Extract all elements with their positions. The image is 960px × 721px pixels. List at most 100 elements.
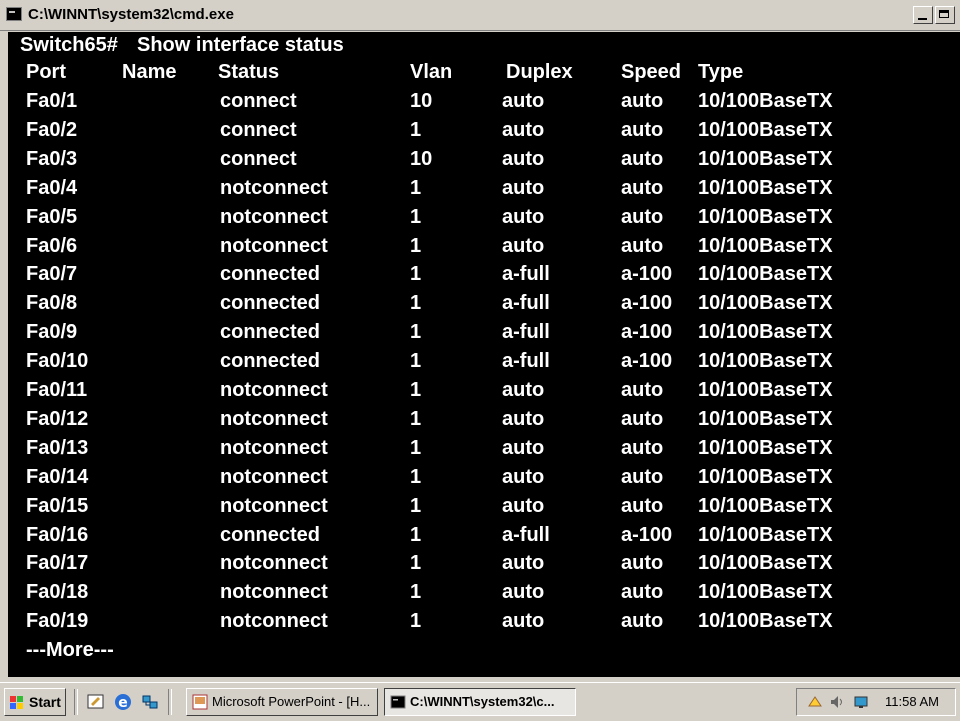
console-output[interactable]: Switch65# Show interface status Port Nam… [8,32,960,677]
type-cell: 10/100BaseTX [698,437,833,459]
vlan-cell: 1 [410,408,422,430]
status-cell: connected [220,321,321,343]
status-cell: connected [220,292,321,314]
duplex-cell: auto [502,148,545,170]
header-status: Status [218,61,280,83]
header-duplex: Duplex [506,61,573,83]
type-cell: 10/100BaseTX [698,148,833,170]
taskbar-separator [74,689,78,715]
port-cell: Fa0/19 [26,610,89,632]
duplex-cell: auto [502,495,545,517]
cmd-app-icon[interactable] [6,7,22,21]
duplex-cell: auto [502,581,545,603]
port-cell: Fa0/1 [26,90,78,112]
vlan-cell: 1 [410,610,422,632]
speed-cell: auto [621,206,664,228]
network-tray-icon[interactable] [807,694,823,710]
vlan-cell: 1 [410,379,422,401]
task-label: C:\WINNT\system32\c... [410,694,555,709]
task-cmd[interactable]: C:\WINNT\system32\c... [384,688,576,716]
vlan-cell: 10 [410,148,433,170]
start-button[interactable]: Start [4,688,66,716]
speed-cell: auto [621,177,664,199]
vlan-cell: 10 [410,90,433,112]
speed-cell: a-100 [621,263,673,285]
taskbar: Start e Microsoft PowerPoint - [H... C:\… [0,682,960,721]
svg-text:e: e [118,695,128,711]
minimize-button[interactable] [913,6,933,24]
speed-cell: auto [621,552,664,574]
port-cell: Fa0/7 [26,263,78,285]
speed-cell: auto [621,581,664,603]
header-name: Name [122,61,177,83]
windows-flag-icon [10,696,24,709]
volume-icon[interactable] [829,694,845,710]
desktop-icon[interactable] [86,692,106,712]
duplex-cell: a-full [502,524,550,546]
vlan-cell: 1 [410,581,422,603]
duplex-cell: a-full [502,263,550,285]
title-bar[interactable]: C:\WINNT\system32\cmd.exe [0,0,960,31]
type-cell: 10/100BaseTX [698,408,833,430]
type-cell: 10/100BaseTX [698,495,833,517]
status-cell: notconnect [220,206,328,228]
status-cell: notconnect [220,379,328,401]
vlan-cell: 1 [410,495,422,517]
maximize-button[interactable] [935,6,955,24]
powerpoint-icon [192,694,208,710]
duplex-cell: auto [502,119,545,141]
duplex-cell: auto [502,90,545,112]
cmd-window: C:\WINNT\system32\cmd.exe Switch65# Show… [0,0,960,680]
status-cell: notconnect [220,235,328,257]
internet-explorer-icon[interactable] [140,692,160,712]
port-cell: Fa0/6 [26,235,78,257]
duplex-cell: auto [502,379,545,401]
header-type: Type [698,61,744,83]
status-cell: notconnect [220,466,328,488]
prompt: Switch65# [20,34,118,56]
taskbar-separator [168,689,172,715]
speed-cell: auto [621,235,664,257]
status-cell: notconnect [220,552,328,574]
display-icon[interactable] [853,694,869,710]
speed-cell: a-100 [621,524,673,546]
type-cell: 10/100BaseTX [698,235,833,257]
duplex-cell: auto [502,206,545,228]
status-cell: notconnect [220,437,328,459]
status-cell: notconnect [220,177,328,199]
speed-cell: auto [621,408,664,430]
more-prompt: ---More--- [26,639,114,661]
duplex-cell: auto [502,408,545,430]
vlan-cell: 1 [410,466,422,488]
port-cell: Fa0/18 [26,581,89,603]
duplex-cell: a-full [502,350,550,372]
duplex-cell: auto [502,610,545,632]
header-vlan: Vlan [410,61,453,83]
port-cell: Fa0/10 [26,350,89,372]
system-tray: 11:58 AM [796,688,956,716]
status-cell: connected [220,350,321,372]
type-cell: 10/100BaseTX [698,581,833,603]
speed-cell: auto [621,495,664,517]
vlan-cell: 1 [410,292,422,314]
port-cell: Fa0/9 [26,321,78,343]
task-powerpoint[interactable]: Microsoft PowerPoint - [H... [186,688,378,716]
start-label: Start [29,694,61,710]
status-cell: connect [220,119,297,141]
outlook-icon[interactable]: e [113,692,133,712]
speed-cell: a-100 [621,321,673,343]
duplex-cell: auto [502,552,545,574]
speed-cell: a-100 [621,292,673,314]
type-cell: 10/100BaseTX [698,119,833,141]
vlan-cell: 1 [410,263,422,285]
status-cell: notconnect [220,495,328,517]
type-cell: 10/100BaseTX [698,292,833,314]
type-cell: 10/100BaseTX [698,524,833,546]
header-port: Port [26,61,66,83]
clock: 11:58 AM [885,694,939,709]
type-cell: 10/100BaseTX [698,379,833,401]
duplex-cell: auto [502,177,545,199]
speed-cell: auto [621,119,664,141]
vlan-cell: 1 [410,524,422,546]
vlan-cell: 1 [410,235,422,257]
